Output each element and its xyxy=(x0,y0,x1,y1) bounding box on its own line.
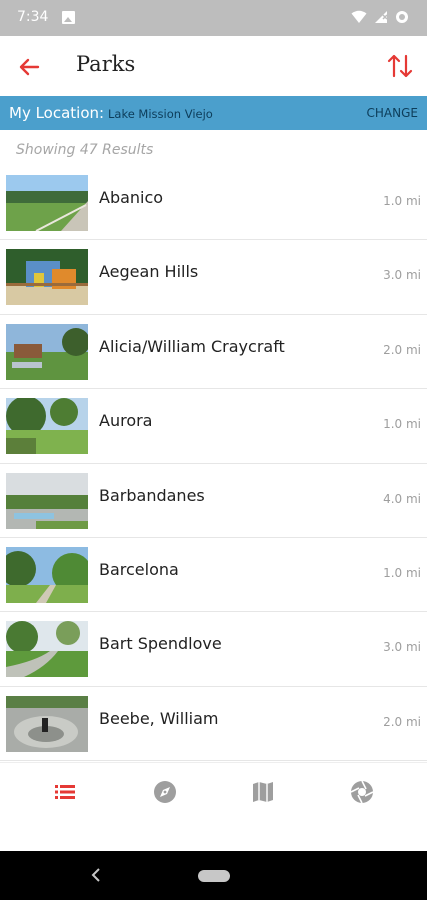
park-distance: 2.0 mi xyxy=(383,714,421,729)
cell-signal-icon xyxy=(375,11,388,23)
park-name: Bart Spendlove xyxy=(99,634,222,654)
park-thumbnail xyxy=(6,398,88,455)
park-thumbnail xyxy=(6,472,88,529)
system-home-button[interactable] xyxy=(198,870,230,882)
sort-icon[interactable] xyxy=(385,51,415,81)
park-thumbnail xyxy=(6,323,88,380)
list-item[interactable]: Bart Spendlove 3.0 mi xyxy=(0,612,427,687)
park-name: Barcelona xyxy=(99,559,179,579)
list-item[interactable]: Barcelona 1.0 mi xyxy=(0,538,427,613)
park-name: Abanico xyxy=(99,188,164,207)
park-thumbnail xyxy=(6,546,88,603)
results-count: Showing 47 Results xyxy=(16,142,154,158)
list-icon[interactable] xyxy=(52,779,78,805)
park-distance: 4.0 mi xyxy=(383,491,421,506)
list-item[interactable]: Alicia/William Craycraft 2.0 mi xyxy=(0,315,427,390)
aperture-icon[interactable] xyxy=(349,779,375,805)
image-notification-icon xyxy=(62,11,75,24)
status-icons xyxy=(351,10,409,24)
park-thumbnail xyxy=(6,175,88,231)
wifi-icon xyxy=(351,10,367,23)
park-thumbnail xyxy=(6,249,88,306)
park-name: Alicia/William Craycraft xyxy=(99,336,285,356)
status-bar: 7:34 xyxy=(0,0,427,36)
park-thumbnail xyxy=(6,695,88,752)
bottom-nav xyxy=(0,762,427,851)
location-value: Lake Mission Viejo xyxy=(108,107,213,121)
list-item[interactable]: Aegean Hills 3.0 mi xyxy=(0,240,427,315)
compass-icon[interactable] xyxy=(152,779,178,805)
park-thumbnail xyxy=(6,621,88,678)
park-name: Beebe, William xyxy=(99,708,219,728)
park-distance: 2.0 mi xyxy=(383,342,421,357)
list-item[interactable]: Beebe, William 2.0 mi xyxy=(0,687,427,762)
park-distance: 1.0 mi xyxy=(383,417,421,432)
map-icon[interactable] xyxy=(250,779,276,805)
app-bar: Parks xyxy=(0,36,427,96)
park-name: Aurora xyxy=(99,411,153,431)
battery-icon xyxy=(396,11,408,23)
park-list: Abanico 1.0 mi Aegean Hills 3.0 mi Alici… xyxy=(0,166,427,762)
status-time: 7:34 xyxy=(17,9,49,25)
back-arrow-icon[interactable] xyxy=(14,52,44,82)
list-item[interactable]: Barbandanes 4.0 mi xyxy=(0,464,427,538)
system-back-icon[interactable] xyxy=(90,867,102,883)
park-name: Barbandanes xyxy=(99,485,205,505)
change-location-button[interactable]: CHANGE xyxy=(367,106,418,120)
park-distance: 3.0 mi xyxy=(383,268,421,283)
park-distance: 1.0 mi xyxy=(383,565,421,580)
location-label: My Location: xyxy=(9,104,105,122)
location-bar: My Location: Lake Mission Viejo CHANGE xyxy=(0,96,427,130)
system-nav-bar xyxy=(0,851,427,900)
park-distance: 1.0 mi xyxy=(383,194,421,208)
park-distance: 3.0 mi xyxy=(383,640,421,655)
list-item[interactable]: Abanico 1.0 mi xyxy=(0,166,427,241)
list-item[interactable]: Aurora 1.0 mi xyxy=(0,389,427,464)
page-title: Parks xyxy=(76,52,136,76)
park-name: Aegean Hills xyxy=(99,262,199,282)
